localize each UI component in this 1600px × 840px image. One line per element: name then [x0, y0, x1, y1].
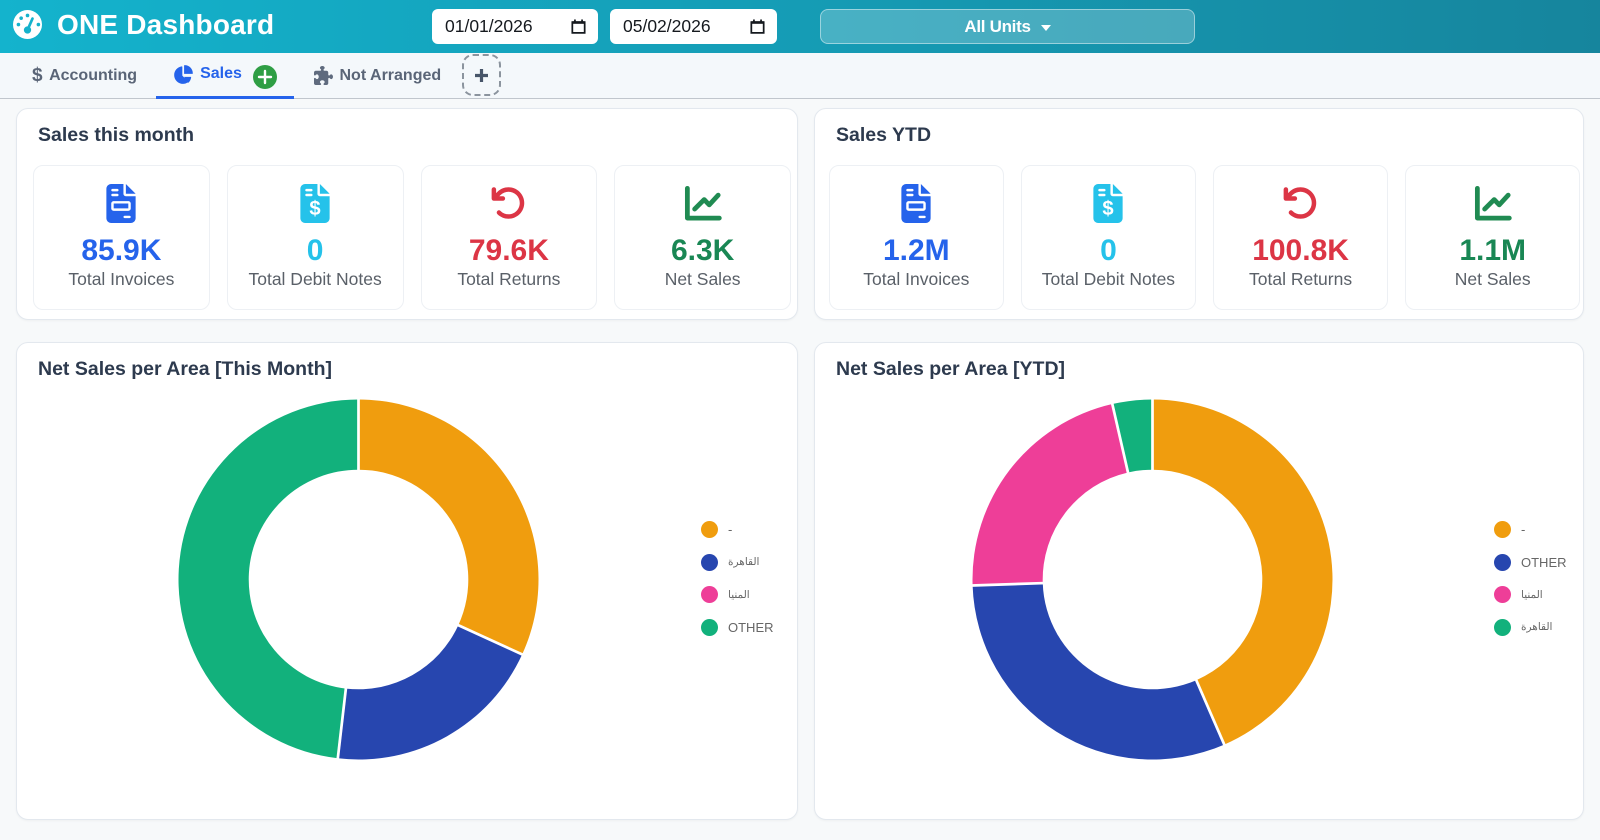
svg-text:$: $ [1103, 198, 1114, 220]
svg-text:$: $ [310, 198, 321, 220]
